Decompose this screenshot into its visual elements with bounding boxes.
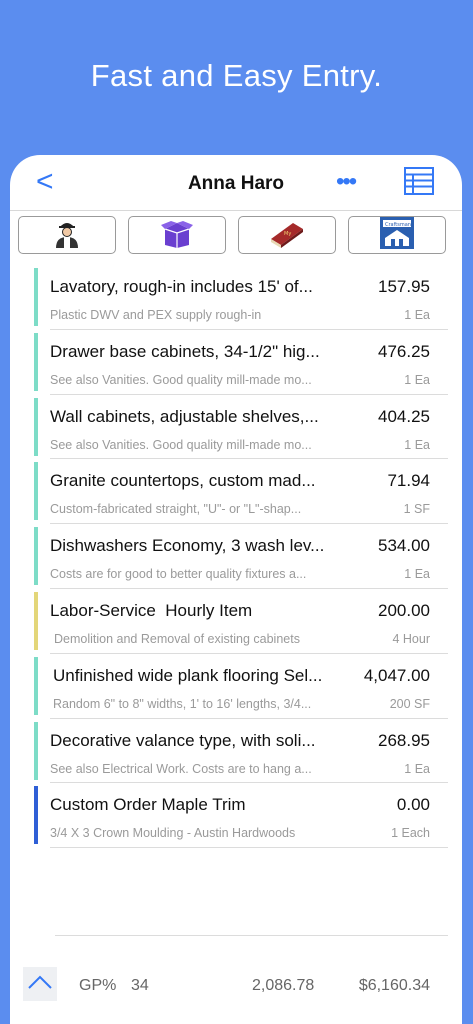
chevron-up-icon bbox=[27, 974, 53, 995]
item-description: 3/4 X 3 Crown Moulding - Austin Hardwood… bbox=[50, 826, 296, 841]
item-amount: 268.95 bbox=[378, 730, 430, 750]
item-description: See also Vanities. Good quality mill-mad… bbox=[50, 372, 312, 387]
worker-icon bbox=[51, 218, 83, 253]
list-item[interactable]: Labor-Service Hourly Item 200.00 Demolit… bbox=[10, 589, 462, 654]
category-color-bar bbox=[34, 332, 38, 391]
category-color-bar bbox=[34, 656, 38, 715]
category-color-bar bbox=[34, 462, 38, 521]
list-item[interactable]: Granite countertops, custom mad... 71.94… bbox=[10, 459, 462, 525]
item-amount: 476.25 bbox=[378, 341, 430, 361]
totals-bar: GP% 34 2,086.78 $6,160.34 bbox=[10, 965, 462, 1005]
item-amount: 200.00 bbox=[378, 600, 430, 620]
item-description: Custom-fabricated straight, "U"- or "L"-… bbox=[50, 502, 302, 517]
item-quantity: 1 Ea bbox=[404, 567, 430, 582]
category-color-bar bbox=[34, 527, 38, 586]
item-title: Dishwashers Economy, 3 wash lev... bbox=[50, 536, 325, 556]
item-title: Labor-Service Hourly Item bbox=[50, 600, 253, 620]
divider bbox=[55, 935, 448, 936]
item-title: Custom Order Maple Trim bbox=[50, 795, 246, 815]
item-quantity: 1 SF bbox=[403, 502, 430, 517]
item-title: Lavatory, rough-in includes 15' of... bbox=[50, 277, 313, 296]
tab-my-items[interactable]: My bbox=[238, 216, 336, 254]
category-color-bar bbox=[34, 786, 38, 845]
gross-profit-value: 34 bbox=[131, 977, 149, 994]
divider bbox=[50, 847, 448, 849]
item-title: Wall cabinets, adjustable shelves,... bbox=[50, 406, 319, 426]
item-amount: 404.25 bbox=[378, 406, 430, 426]
item-quantity: 1 Ea bbox=[404, 308, 430, 322]
craftsman-icon: Craftsman bbox=[379, 216, 415, 255]
tab-materials[interactable] bbox=[128, 216, 226, 254]
item-description: Plastic DWV and PEX supply rough-in bbox=[50, 308, 262, 322]
book-icon: My bbox=[267, 217, 307, 254]
list-item[interactable]: Custom Order Maple Trim 0.00 3/4 X 3 Cro… bbox=[10, 783, 462, 849]
item-title: Unfinished wide plank flooring Sel... bbox=[53, 665, 323, 685]
item-quantity: 200 SF bbox=[389, 696, 430, 711]
item-title: Drawer base cabinets, 34-1/2" hig... bbox=[50, 341, 320, 361]
list-item[interactable]: Lavatory, rough-in includes 15' of... 15… bbox=[10, 265, 462, 330]
app-screen: < Anna Haro ••• My Craftsman Lavatory, r… bbox=[10, 155, 462, 1024]
box-icon bbox=[159, 217, 195, 254]
item-amount: 534.00 bbox=[378, 536, 430, 556]
category-color-bar bbox=[34, 721, 38, 780]
list-item[interactable]: Wall cabinets, adjustable shelves,... 40… bbox=[10, 395, 462, 460]
item-description: See also Vanities. Good quality mill-mad… bbox=[50, 437, 312, 452]
craftsman-label: Craftsman bbox=[385, 222, 411, 228]
item-quantity: 1 Ea bbox=[404, 437, 430, 452]
gross-profit-label: GP% bbox=[79, 977, 117, 994]
navigation-bar: < Anna Haro ••• bbox=[10, 155, 462, 210]
item-amount: 157.95 bbox=[378, 277, 430, 296]
item-title: Granite countertops, custom mad... bbox=[50, 471, 316, 491]
tab-labor[interactable] bbox=[18, 216, 116, 254]
item-amount: 71.94 bbox=[387, 471, 430, 491]
list-item[interactable]: Drawer base cabinets, 34-1/2" hig... 476… bbox=[10, 330, 462, 395]
category-color-bar bbox=[34, 268, 38, 326]
expand-totals-button[interactable] bbox=[23, 967, 57, 1001]
item-quantity: 1 Ea bbox=[404, 372, 430, 387]
item-description: Random 6" to 8" widths, 1' to 16' length… bbox=[53, 696, 312, 711]
promo-headline: Fast and Easy Entry. bbox=[90, 58, 383, 93]
more-button[interactable]: ••• bbox=[336, 168, 357, 196]
item-quantity: 4 Hour bbox=[392, 631, 430, 646]
item-amount: 0.00 bbox=[396, 795, 430, 815]
item-description: Demolition and Removal of existing cabin… bbox=[54, 631, 300, 646]
category-color-bar bbox=[34, 397, 38, 456]
item-title: Decorative valance type, with soli... bbox=[50, 730, 316, 750]
list-item[interactable]: Dishwashers Economy, 3 wash lev... 534.0… bbox=[10, 524, 462, 589]
category-color-bar bbox=[34, 591, 38, 650]
page-title: Anna Haro bbox=[187, 173, 285, 194]
item-quantity: 1 Ea bbox=[404, 761, 430, 776]
item-description: Costs are for good to better quality fix… bbox=[50, 567, 307, 582]
list-item[interactable]: Decorative valance type, with soli... 26… bbox=[10, 719, 462, 784]
item-quantity: 1 Each bbox=[391, 826, 430, 841]
item-description: See also Electrical Work. Costs are to h… bbox=[50, 761, 312, 776]
tab-craftsman[interactable]: Craftsman bbox=[348, 216, 446, 254]
divider bbox=[10, 210, 462, 211]
table-view-icon[interactable] bbox=[404, 167, 434, 195]
list-item[interactable]: Unfinished wide plank flooring Sel... 4,… bbox=[10, 654, 462, 719]
grand-total: $6,160.34 bbox=[358, 977, 430, 994]
item-amount: 4,047.00 bbox=[363, 665, 430, 685]
cost-total: 2,086.78 bbox=[252, 977, 315, 994]
estimate-items-list: Lavatory, rough-in includes 15' of... 15… bbox=[10, 265, 462, 849]
book-label: My bbox=[284, 231, 291, 237]
